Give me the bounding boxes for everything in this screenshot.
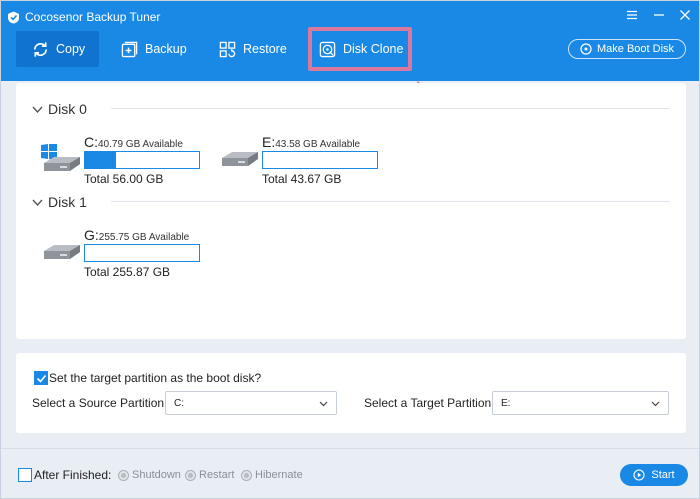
partition-e-available: 43.58 GB Available xyxy=(275,139,361,150)
boot-disk-checkbox[interactable] xyxy=(34,371,48,385)
chevron-down-icon xyxy=(32,106,43,113)
boot-disk-label: Set the target partition as the boot dis… xyxy=(49,371,262,385)
partition-c-usage-fill xyxy=(85,152,116,168)
title-bar: Cocosenor Backup Tuner xyxy=(7,9,160,25)
partition-e-usage-bar xyxy=(262,151,378,169)
annotation-highlight-box xyxy=(308,27,412,71)
start-button[interactable]: Start xyxy=(620,464,688,486)
app-window: Cocosenor Backup Tuner Copy Backup Resto… xyxy=(0,0,700,499)
restart-radio[interactable]: Restart xyxy=(185,469,234,481)
copy-tab-label: Copy xyxy=(56,42,86,56)
after-finished-checkbox[interactable] xyxy=(18,468,32,482)
make-boot-disk-button[interactable]: Make Boot Disk xyxy=(568,39,686,59)
windows-system-drive-icon xyxy=(41,144,80,171)
shutdown-label: Shutdown xyxy=(132,469,181,481)
play-circle-icon xyxy=(633,469,645,481)
partition-c-label: C:40.79 GB Available xyxy=(84,134,183,150)
partition-c-available: 40.79 GB Available xyxy=(98,139,183,150)
partition-g[interactable]: G:255.75 GB Available Total 255.87 GB xyxy=(40,227,220,281)
partition-g-available: 255.75 GB Available xyxy=(98,232,190,243)
chevron-down-icon xyxy=(32,199,43,206)
copy-sync-icon xyxy=(33,41,48,57)
target-partition-select[interactable]: E: xyxy=(492,391,669,415)
disk-0-header[interactable]: Disk 0 xyxy=(32,100,87,118)
restore-icon xyxy=(219,41,236,57)
radio-dot xyxy=(118,469,129,481)
clone-settings-panel: Set the target partition as the boot dis… xyxy=(16,353,686,433)
target-partition-value: E: xyxy=(501,397,511,409)
partition-g-usage-bar xyxy=(84,244,200,262)
partition-e[interactable]: E:43.58 GB Available Total 43.67 GB xyxy=(218,134,398,188)
shutdown-radio[interactable]: Shutdown xyxy=(118,469,181,481)
make-boot-disk-label: Make Boot Disk xyxy=(596,43,675,55)
partition-e-total: Total 43.67 GB xyxy=(262,172,342,186)
source-partition-value: C: xyxy=(174,397,184,409)
partition-g-total: Total 255.87 GB xyxy=(84,265,171,279)
partition-g-label: G:255.75 GB Available xyxy=(84,227,189,243)
disk-1-header[interactable]: Disk 1 xyxy=(32,193,87,211)
close-icon[interactable] xyxy=(678,8,692,22)
restore-tab-label: Restore xyxy=(243,42,287,56)
minimize-icon[interactable] xyxy=(652,8,666,22)
chevron-down-icon xyxy=(319,401,328,407)
backup-tab[interactable]: Backup xyxy=(121,31,201,67)
disk-1-name: Disk 1 xyxy=(48,194,87,210)
check-icon xyxy=(36,374,46,383)
toolbar: Cocosenor Backup Tuner Copy Backup Resto… xyxy=(1,1,699,81)
partition-c-usage-bar xyxy=(84,151,200,169)
partition-g-letter: G: xyxy=(84,227,99,243)
disk-0-name: Disk 0 xyxy=(48,101,87,117)
window-title: Cocosenor Backup Tuner xyxy=(25,10,161,24)
divider xyxy=(111,201,670,202)
menu-icon[interactable] xyxy=(625,8,639,22)
restart-label: Restart xyxy=(199,469,235,481)
target-partition-label: Select a Target Partition: xyxy=(364,396,495,410)
chevron-down-icon xyxy=(651,401,660,407)
after-finished-label: After Finished: xyxy=(34,468,112,482)
backup-tab-label: Backup xyxy=(145,42,187,56)
hibernate-label: Hibernate xyxy=(255,469,303,481)
copy-tab[interactable]: Copy xyxy=(16,31,99,67)
partition-e-letter: E: xyxy=(262,134,276,150)
drive-icon xyxy=(44,245,80,259)
radio-dot xyxy=(185,469,196,481)
start-label: Start xyxy=(651,469,675,481)
hibernate-radio[interactable]: Hibernate xyxy=(241,469,303,481)
source-partition-select[interactable]: C: xyxy=(165,391,337,415)
partition-c-total: Total 56.00 GB xyxy=(84,172,164,186)
radio-dot xyxy=(241,469,252,481)
footer-bar: After Finished: Shutdown Restart Hiberna… xyxy=(1,448,699,498)
backup-icon xyxy=(121,41,138,57)
partition-c-letter: C: xyxy=(84,134,98,150)
boot-disk-icon xyxy=(580,43,592,55)
disk-list-panel: Disk 0 C:40.79 GB Available Total 56.00 … xyxy=(16,83,686,339)
app-logo-icon xyxy=(8,11,19,23)
restore-tab[interactable]: Restore xyxy=(219,31,299,67)
partition-e-label: E:43.58 GB Available xyxy=(262,134,360,150)
partition-c[interactable]: C:40.79 GB Available Total 56.00 GB xyxy=(40,134,220,188)
divider xyxy=(111,108,670,109)
source-partition-label: Select a Source Partition: xyxy=(32,396,168,410)
drive-icon xyxy=(222,152,258,166)
